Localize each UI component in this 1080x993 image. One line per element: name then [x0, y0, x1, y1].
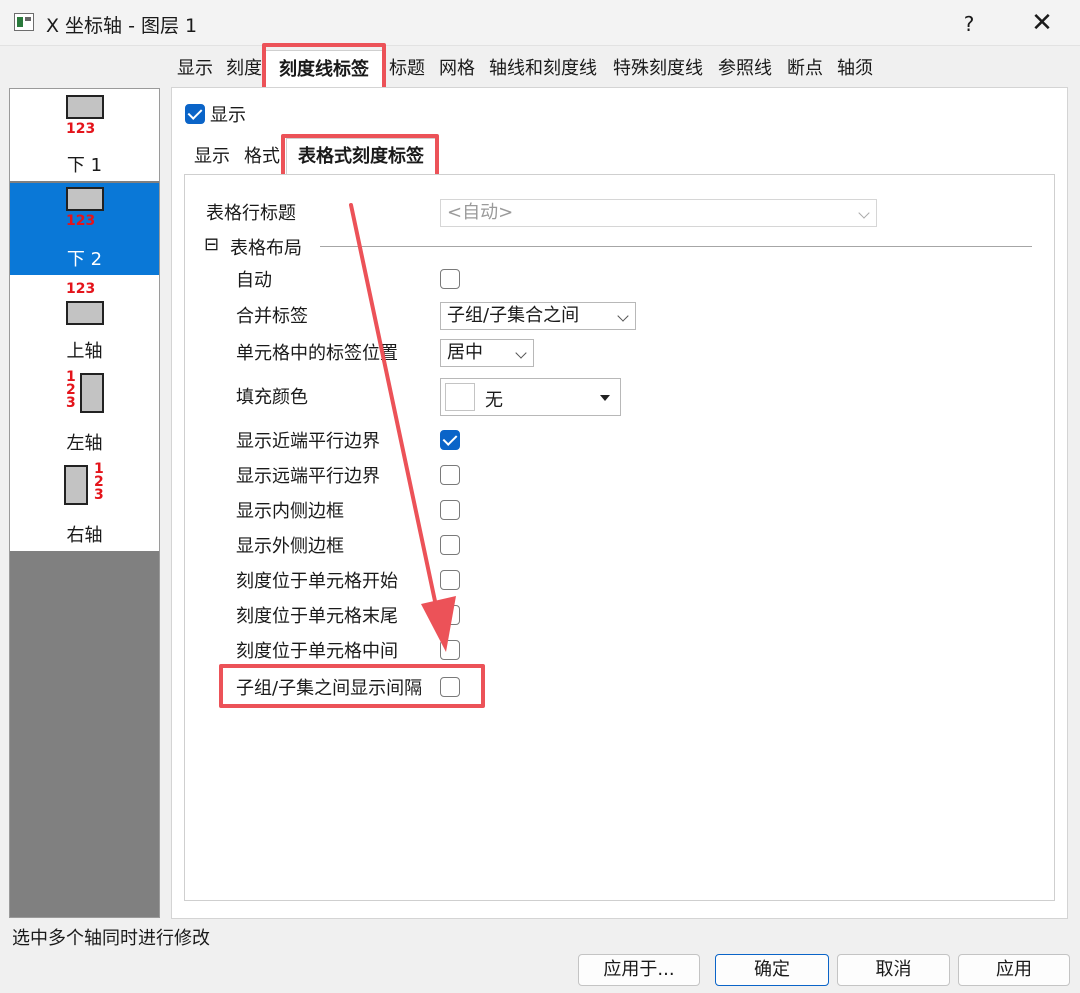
cancel-button[interactable]: 取消 — [837, 954, 950, 986]
annotation-arrow — [349, 203, 456, 652]
apply-to-button[interactable]: 应用于... — [578, 954, 700, 986]
apply-button[interactable]: 应用 — [958, 954, 1070, 986]
ok-button[interactable]: 确定 — [715, 954, 829, 986]
status-text: 选中多个轴同时进行修改 — [12, 928, 210, 949]
